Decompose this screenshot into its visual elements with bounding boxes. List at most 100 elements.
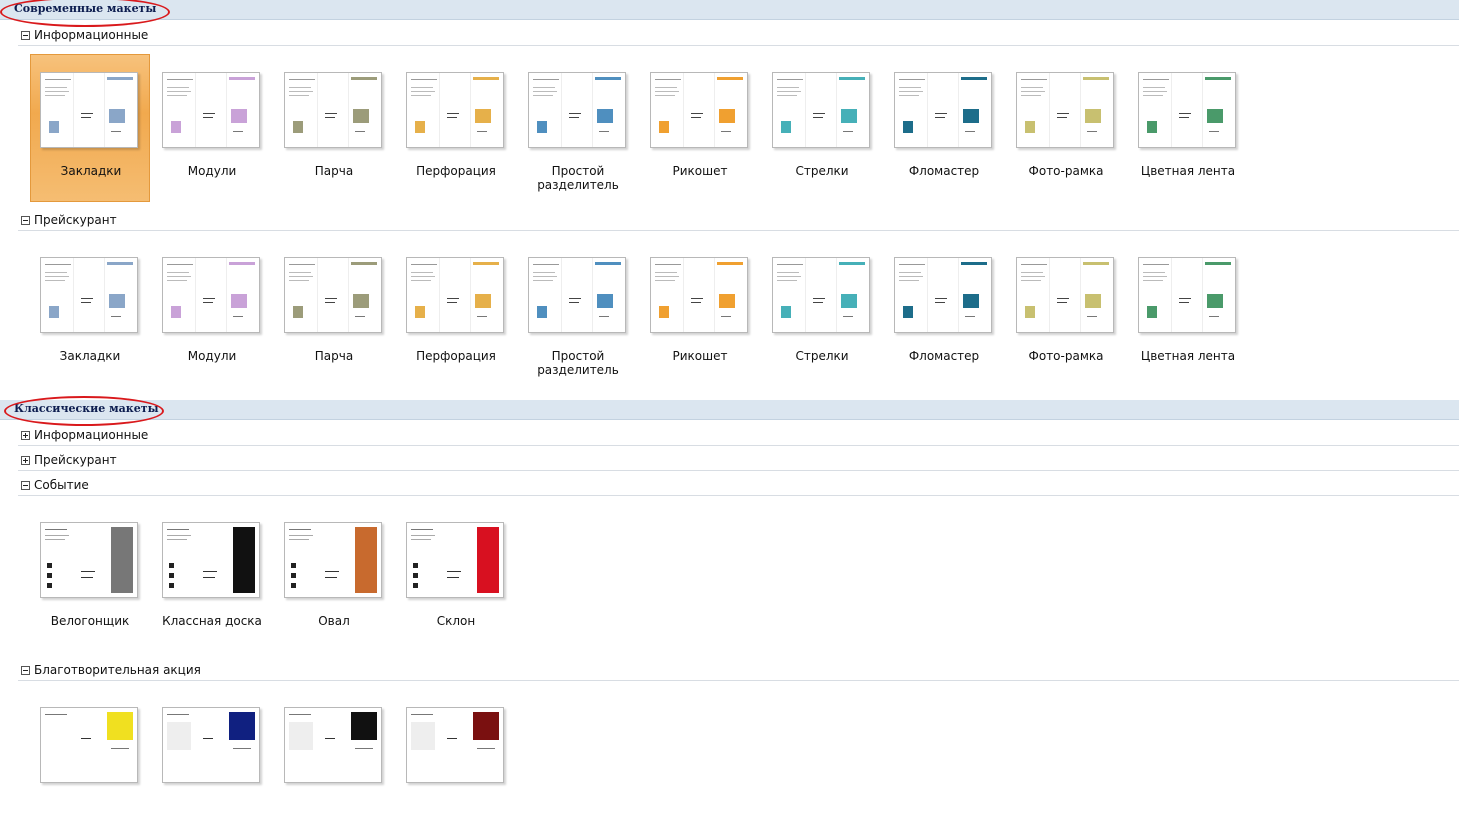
template-name: Закладки xyxy=(59,349,121,363)
collapse-icon[interactable] xyxy=(21,216,30,225)
template-name: Велогонщик xyxy=(50,614,130,628)
template-tile[interactable]: Фломастер xyxy=(884,239,1004,387)
template-name: Рикошет xyxy=(672,349,728,363)
template-name: Перфорация xyxy=(416,349,496,363)
group-label: Информационные xyxy=(34,428,149,442)
template-thumbnail xyxy=(284,72,382,148)
expand-icon[interactable] xyxy=(21,431,30,440)
template-name: Фломастер xyxy=(908,349,980,363)
template-thumbnail xyxy=(1016,257,1114,333)
template-thumbnail xyxy=(162,72,260,148)
template-tile[interactable]: Модули xyxy=(152,54,272,202)
template-tile[interactable]: Перфорация xyxy=(396,54,516,202)
template-tile[interactable]: Рикошет xyxy=(640,54,760,202)
template-tile[interactable]: Классная доска xyxy=(152,504,272,652)
template-tile[interactable]: Парча xyxy=(274,239,394,387)
template-thumbnail xyxy=(284,707,382,783)
group-header-pricelist[interactable]: Прейскурант xyxy=(18,213,1459,231)
group-label: Информационные xyxy=(34,28,149,42)
template-thumbnail xyxy=(40,522,138,598)
template-thumbnail xyxy=(162,522,260,598)
template-name: Парча xyxy=(314,349,354,363)
template-thumbnail xyxy=(40,257,138,333)
collapse-icon[interactable] xyxy=(21,481,30,490)
template-tile[interactable]: Фото-рамка xyxy=(1006,54,1126,202)
template-tile[interactable]: Цветная лента xyxy=(1128,239,1248,387)
template-tile[interactable] xyxy=(30,689,150,837)
template-tile[interactable] xyxy=(274,689,394,837)
template-thumbnail xyxy=(406,707,504,783)
template-thumbnail xyxy=(894,257,992,333)
template-tile[interactable]: Простой разделитель xyxy=(518,239,638,387)
group-label: Прейскурант xyxy=(34,213,117,227)
template-tile[interactable] xyxy=(152,689,272,837)
template-thumbnail xyxy=(1138,72,1236,148)
template-tile[interactable]: Закладки xyxy=(30,239,150,387)
template-thumbnail xyxy=(772,72,870,148)
section-header-modern: Современные макеты xyxy=(0,0,1459,20)
template-thumbnail xyxy=(284,257,382,333)
template-tile[interactable]: Стрелки xyxy=(762,54,882,202)
template-name: Фото-рамка xyxy=(1028,164,1104,178)
collapse-icon[interactable] xyxy=(21,666,30,675)
template-tile[interactable]: Стрелки xyxy=(762,239,882,387)
template-thumbnail xyxy=(650,72,748,148)
template-thumbnail xyxy=(40,707,138,783)
template-name: Простой разделитель xyxy=(537,164,619,192)
group-header-charity[interactable]: Благотворительная акция xyxy=(18,663,1459,681)
template-tile[interactable]: Склон xyxy=(396,504,516,652)
section-header-classic: Классические макеты xyxy=(0,400,1459,420)
template-name: Цветная лента xyxy=(1140,164,1236,178)
template-tile[interactable]: Простой разделитель xyxy=(518,54,638,202)
template-name: Классная доска xyxy=(162,614,262,628)
group-label: Событие xyxy=(34,478,89,492)
template-name: Склон xyxy=(436,614,476,628)
template-thumbnail xyxy=(284,522,382,598)
template-thumbnail xyxy=(162,257,260,333)
template-thumbnail xyxy=(650,257,748,333)
section-title: Классические макеты xyxy=(14,402,159,415)
group-label: Прейскурант xyxy=(34,453,117,467)
template-tile[interactable]: Парча xyxy=(274,54,394,202)
template-name: Овал xyxy=(318,614,350,628)
template-tile[interactable]: Цветная лента xyxy=(1128,54,1248,202)
group-header-pricelist-classic[interactable]: Прейскурант xyxy=(18,453,1459,471)
template-tile[interactable] xyxy=(396,689,516,837)
template-thumbnail xyxy=(1016,72,1114,148)
template-thumbnail xyxy=(40,72,138,148)
template-name: Перфорация xyxy=(416,164,496,178)
template-thumbnail xyxy=(406,72,504,148)
template-thumbnail xyxy=(162,707,260,783)
template-tile[interactable]: Перфорация xyxy=(396,239,516,387)
group-header-info-classic[interactable]: Информационные xyxy=(18,428,1459,446)
template-name: Закладки xyxy=(60,164,122,178)
group-label: Благотворительная акция xyxy=(34,663,201,677)
template-thumbnail xyxy=(894,72,992,148)
template-thumbnail xyxy=(528,257,626,333)
section-title: Современные макеты xyxy=(14,2,157,15)
template-tile[interactable]: Рикошет xyxy=(640,239,760,387)
collapse-icon[interactable] xyxy=(21,31,30,40)
template-tile[interactable]: Фломастер xyxy=(884,54,1004,202)
template-name: Рикошет xyxy=(672,164,728,178)
template-tile[interactable]: Модули xyxy=(152,239,272,387)
template-name: Простой разделитель xyxy=(537,349,619,377)
template-tile[interactable]: Велогонщик xyxy=(30,504,150,652)
expand-icon[interactable] xyxy=(21,456,30,465)
group-header-event[interactable]: Событие xyxy=(18,478,1459,496)
template-thumbnail xyxy=(406,257,504,333)
template-name: Фломастер xyxy=(908,164,980,178)
template-thumbnail xyxy=(1138,257,1236,333)
template-name: Модули xyxy=(187,349,237,363)
template-name: Парча xyxy=(314,164,354,178)
template-thumbnail xyxy=(528,72,626,148)
template-name: Стрелки xyxy=(795,349,849,363)
template-name: Цветная лента xyxy=(1140,349,1236,363)
template-tile[interactable]: Фото-рамка xyxy=(1006,239,1126,387)
group-header-info[interactable]: Информационные xyxy=(18,28,1459,46)
template-thumbnail xyxy=(772,257,870,333)
template-tile[interactable]: Закладки xyxy=(30,54,150,202)
template-name: Стрелки xyxy=(795,164,849,178)
template-name: Модули xyxy=(187,164,237,178)
template-tile[interactable]: Овал xyxy=(274,504,394,652)
